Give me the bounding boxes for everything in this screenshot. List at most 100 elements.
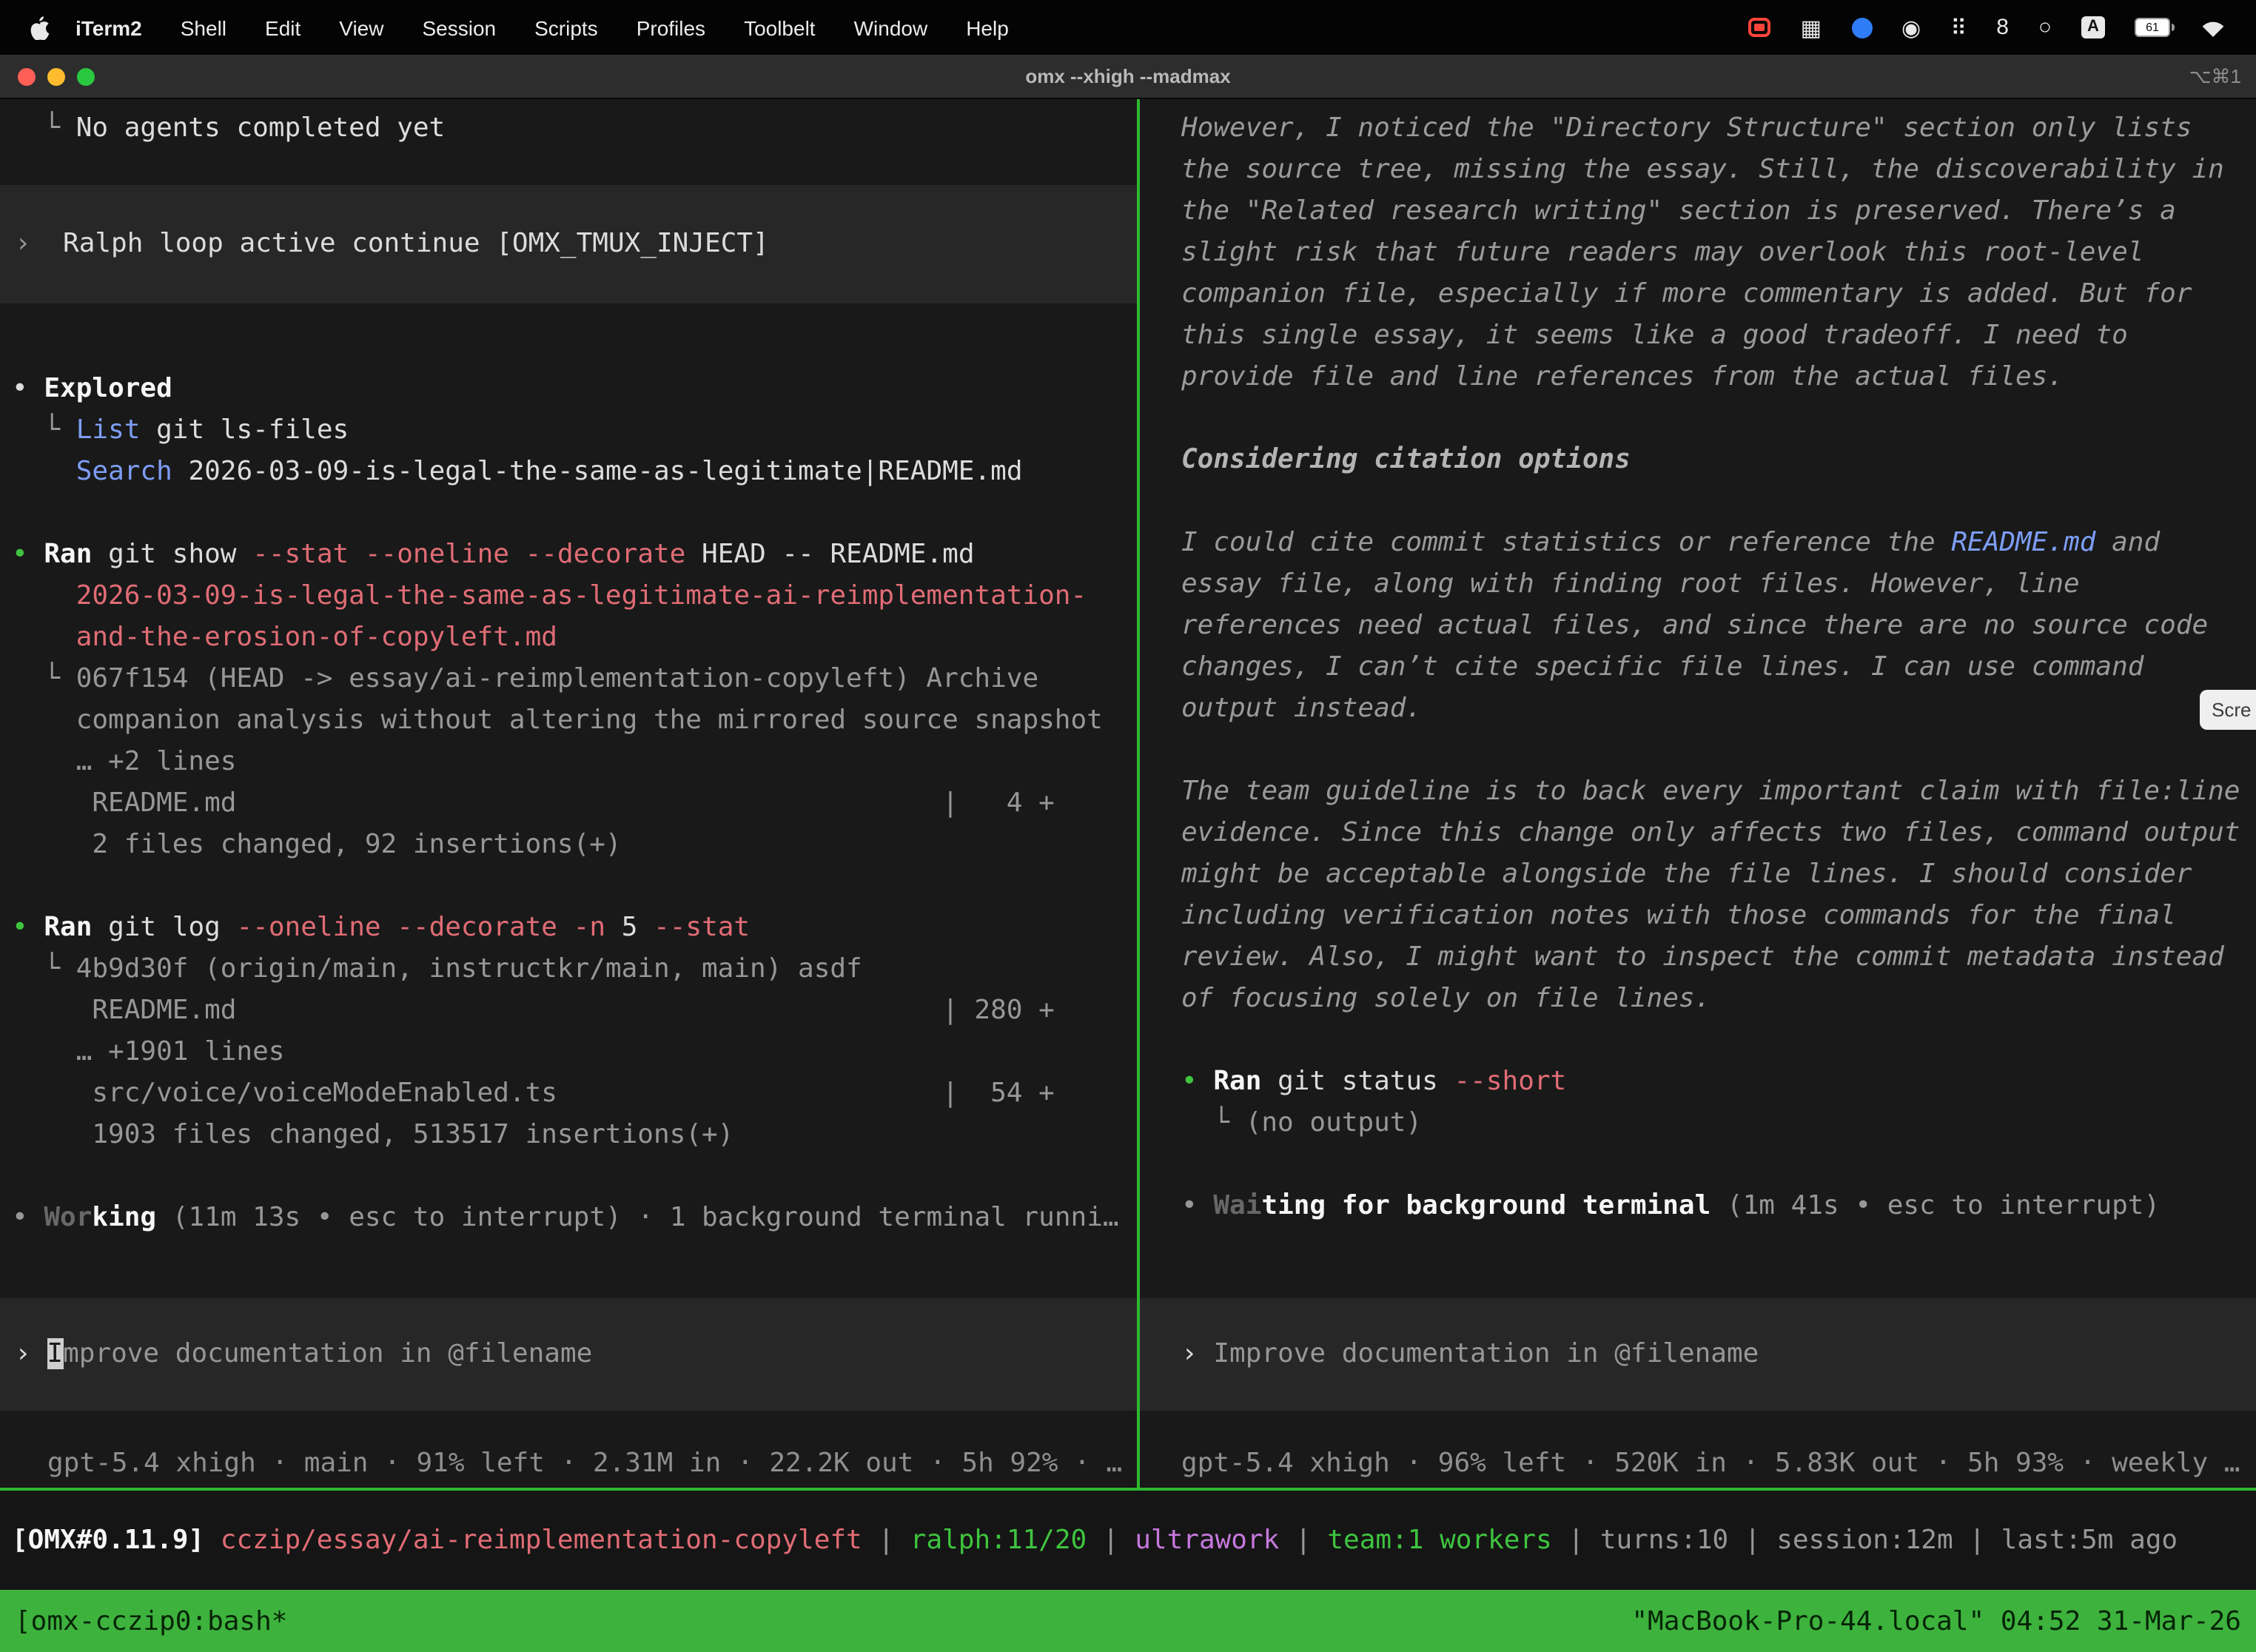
- terminal-line: changes, I can’t cite specific file line…: [1181, 647, 2256, 688]
- terminal-line: 1903 files changed, 513517 insertions(+): [12, 1115, 1137, 1156]
- terminal-line: 2 files changed, 92 insertions(+): [12, 825, 1137, 866]
- menu-item-view[interactable]: View: [320, 16, 403, 39]
- terminal-line: • Working (11m 13s • esc to interrupt) ·…: [12, 1198, 1137, 1239]
- right-terminal-pane[interactable]: However, I noticed the "Directory Struct…: [1140, 99, 2256, 1488]
- ring-app-icon[interactable]: ○: [2038, 15, 2052, 40]
- input-source-icon[interactable]: A: [2081, 16, 2105, 38]
- omx-status-text: [OMX#0.11.9] cczip/essay/ai-reimplementa…: [12, 1520, 2178, 1561]
- terminal-line: └ (no output): [1181, 1103, 2256, 1144]
- ralph-loop-banner: › Ralph loop active continue [OMX_TMUX_I…: [0, 185, 1137, 303]
- menu-item-profiles[interactable]: Profiles: [617, 16, 725, 39]
- terminal-line: README.md | 4 +: [12, 783, 1137, 825]
- agents-note: └ No agents completed yet: [12, 108, 1137, 150]
- menu-item-window[interactable]: Window: [835, 16, 947, 39]
- terminal-line: • Ran git show --stat --oneline --decora…: [12, 534, 1137, 576]
- terminal-line: provide file and line references from th…: [1181, 357, 2256, 398]
- terminal-line: [12, 1156, 1137, 1198]
- right-transcript: However, I noticed the "Directory Struct…: [1181, 108, 2256, 1227]
- window-hotkey: ⌥⌘1: [2189, 64, 2256, 88]
- battery-icon[interactable]: 61: [2135, 18, 2170, 37]
- menu-item-session[interactable]: Session: [403, 16, 515, 39]
- blue-app-icon[interactable]: [1851, 17, 1872, 38]
- terminal-line: [1181, 481, 2256, 523]
- menu-item-toolbelt[interactable]: Toolbelt: [725, 16, 835, 39]
- terminal-line: … +2 lines: [12, 742, 1137, 783]
- terminal-line: • Waiting for background terminal (1m 41…: [1181, 1186, 2256, 1227]
- menu-items: iTerm2ShellEditViewSessionScriptsProfile…: [56, 16, 1028, 39]
- prompt-input-left[interactable]: › Improve documentation in @filename: [0, 1298, 1137, 1411]
- terminal-line: … +1901 lines: [12, 1032, 1137, 1073]
- number-key-icon[interactable]: 8: [1996, 15, 2009, 40]
- terminal-line: evidence. Since this change only affects…: [1181, 813, 2256, 854]
- ralph-loop-text: › Ralph loop active continue [OMX_TMUX_I…: [15, 224, 769, 265]
- traffic-lights: [0, 67, 95, 85]
- terminal-line: [1181, 398, 2256, 440]
- terminal-line: • Ran git status --short: [1181, 1061, 2256, 1103]
- tmux-host-time: "MacBook-Pro-44.local" 04:52 31-Mar-26: [1631, 1605, 2241, 1636]
- terminal-line: the "Related research writing" section i…: [1181, 191, 2256, 232]
- minimize-button[interactable]: [47, 67, 65, 85]
- terminal-line: [1181, 1020, 2256, 1061]
- model-status-left: gpt-5.4 xhigh · main · 91% left · 2.31M …: [0, 1443, 1137, 1485]
- terminal-line: of focusing solely on file lines.: [1181, 978, 2256, 1020]
- tmux-session-label: [omx-cczip0:bash*: [15, 1605, 287, 1636]
- terminal-line: companion analysis without altering the …: [12, 700, 1137, 742]
- screen-tooltip[interactable]: Scre: [2200, 690, 2256, 730]
- terminal-line: might be acceptable alongside the file l…: [1181, 854, 2256, 896]
- left-terminal-pane[interactable]: └ No agents completed yet › Ralph loop a…: [0, 99, 1137, 1488]
- terminal-line: src/voice/voiceModeEnabled.ts | 54 +: [12, 1073, 1137, 1115]
- menu-item-scripts[interactable]: Scripts: [515, 16, 617, 39]
- terminal-line: Search 2026-03-09-is-legal-the-same-as-l…: [12, 451, 1137, 493]
- window-title-bar[interactable]: omx --xhigh --madmax ⌥⌘1: [0, 55, 2256, 99]
- target-app-icon[interactable]: ◉: [1901, 14, 1921, 41]
- apple-menu-icon[interactable]: [30, 15, 50, 40]
- wifi-icon[interactable]: [2200, 17, 2226, 38]
- terminal-line: [1181, 1144, 2256, 1186]
- left-transcript: • Explored └ List git ls-files Search 20…: [12, 369, 1137, 1239]
- terminal-panes: └ No agents completed yet › Ralph loop a…: [0, 99, 2256, 1488]
- prompt-input-right[interactable]: › Improve documentation in @filename: [1140, 1298, 2256, 1411]
- terminal-line: └ List git ls-files: [12, 410, 1137, 451]
- terminal-line: The team guideline is to back every impo…: [1181, 771, 2256, 813]
- terminal-line: However, I noticed the "Directory Struct…: [1181, 108, 2256, 150]
- menu-status-icons: ▦ ◉ ⠿ 8 ○ A 61: [1749, 14, 2241, 41]
- menu-item-help[interactable]: Help: [947, 16, 1028, 39]
- screen-recording-indicator[interactable]: [1749, 18, 1771, 37]
- terminal-line: this single essay, it seems like a good …: [1181, 315, 2256, 357]
- terminal-line: references need actual files, and since …: [1181, 605, 2256, 647]
- terminal-line: • Ran git log --oneline --decorate -n 5 …: [12, 907, 1137, 949]
- dots-grid-icon[interactable]: ⠿: [1950, 14, 1967, 41]
- terminal-line: README.md | 280 +: [12, 990, 1137, 1032]
- terminal-line: essay file, along with finding root file…: [1181, 564, 2256, 605]
- terminal-line: [12, 493, 1137, 534]
- terminal-line: output instead.: [1181, 688, 2256, 730]
- window-grid-icon[interactable]: ▦: [1801, 14, 1822, 41]
- terminal-line: Considering citation options: [1181, 440, 2256, 481]
- terminal-line: the source tree, missing the essay. Stil…: [1181, 150, 2256, 191]
- prompt-input-right-text: › Improve documentation in @filename: [1181, 1334, 1759, 1375]
- terminal-line: slight risk that future readers may over…: [1181, 232, 2256, 274]
- terminal-line: [12, 866, 1137, 907]
- close-button[interactable]: [18, 67, 36, 85]
- model-status-right: gpt-5.4 xhigh · 96% left · 520K in · 5.8…: [1140, 1443, 2256, 1485]
- menu-bar: iTerm2ShellEditViewSessionScriptsProfile…: [0, 0, 2256, 55]
- window-title: omx --xhigh --madmax: [0, 65, 2256, 87]
- terminal-line: └ 4b9d30f (origin/main, instructkr/main,…: [12, 949, 1137, 990]
- omx-status-bar: [OMX#0.11.9] cczip/essay/ai-reimplementa…: [0, 1488, 2256, 1590]
- menu-item-shell[interactable]: Shell: [161, 16, 246, 39]
- terminal-line: review. Also, I might want to inspect th…: [1181, 937, 2256, 978]
- menu-item-edit[interactable]: Edit: [246, 16, 320, 39]
- tmux-status-bar: [omx-cczip0:bash* "MacBook-Pro-44.local"…: [0, 1590, 2256, 1652]
- terminal-line: 2026-03-09-is-legal-the-same-as-legitima…: [12, 576, 1137, 617]
- menu-item-iterm2[interactable]: iTerm2: [56, 16, 161, 39]
- screen: iTerm2ShellEditViewSessionScriptsProfile…: [0, 0, 2256, 1652]
- right-scrollback: However, I noticed the "Directory Struct…: [1140, 99, 2256, 1227]
- terminal-line: └ 067f154 (HEAD -> essay/ai-reimplementa…: [12, 659, 1137, 700]
- left-scrollback: └ No agents completed yet › Ralph loop a…: [0, 99, 1137, 1239]
- terminal-line: I could cite commit statistics or refere…: [1181, 523, 2256, 564]
- terminal-line: • Explored: [12, 369, 1137, 410]
- terminal-line: including verification notes with those …: [1181, 896, 2256, 937]
- zoom-button[interactable]: [77, 67, 95, 85]
- terminal-line: [1181, 730, 2256, 771]
- terminal-line: and-the-erosion-of-copyleft.md: [12, 617, 1137, 659]
